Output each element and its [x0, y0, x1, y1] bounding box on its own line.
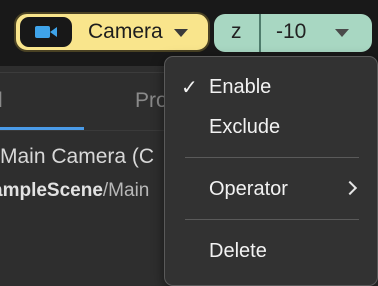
- menu-item-label: Exclude: [209, 116, 281, 138]
- axis-field[interactable]: z -10: [214, 14, 372, 52]
- menu-item-label: Enable: [209, 76, 272, 98]
- check-icon: ✓: [181, 77, 198, 99]
- menu-divider: [185, 219, 359, 220]
- tab-left[interactable]: l: [0, 89, 3, 113]
- camera-icon-glyph: [35, 26, 57, 38]
- camera-icon: [20, 17, 72, 47]
- chevron-down-icon: [174, 29, 188, 37]
- tab-right[interactable]: Pro: [135, 89, 168, 113]
- object-path: ampleScene/Main: [0, 180, 149, 202]
- context-menu: ✓ Enable Exclude Operator Delete: [164, 56, 378, 286]
- camera-label: Camera: [88, 20, 163, 43]
- path-scene: ampleScene: [0, 180, 103, 201]
- camera-dropdown[interactable]: Camera: [14, 12, 210, 52]
- menu-divider: [185, 157, 359, 158]
- axis-value[interactable]: -10: [276, 20, 306, 44]
- menu-item-exclude[interactable]: Exclude: [165, 109, 377, 145]
- path-object: /Main: [102, 180, 150, 201]
- menu-item-operator[interactable]: Operator: [165, 171, 377, 207]
- menu-item-enable[interactable]: ✓ Enable: [165, 69, 377, 105]
- axis-divider: [259, 14, 261, 52]
- axis-label: z: [231, 20, 242, 43]
- menu-item-label: Delete: [209, 240, 267, 262]
- menu-item-label: Operator: [209, 178, 288, 200]
- object-name: Main Camera (C: [0, 145, 155, 168]
- chevron-right-icon: [342, 180, 358, 196]
- menu-item-delete[interactable]: Delete: [165, 233, 377, 269]
- chevron-down-icon[interactable]: [335, 29, 349, 37]
